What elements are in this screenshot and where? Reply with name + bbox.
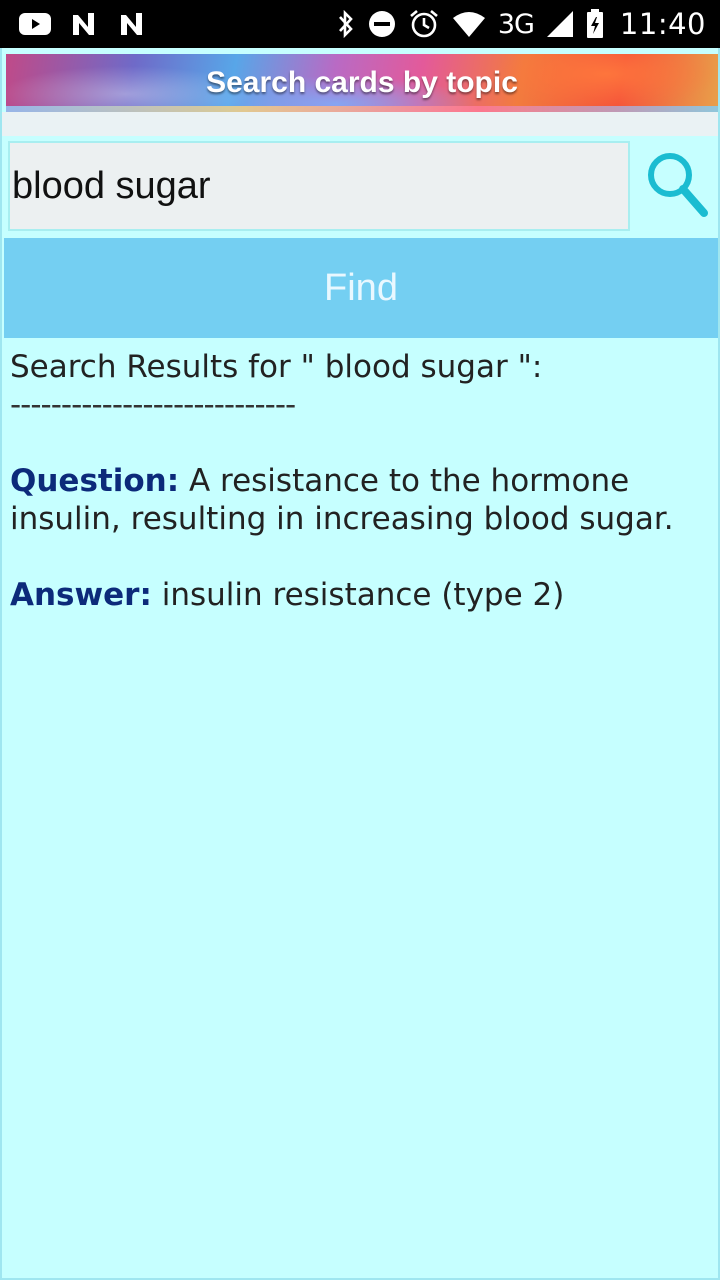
network-type: 3G [497,8,535,40]
results-heading: Search Results for " blood sugar ": [10,349,543,385]
result-card: Question: A resistance to the hormone in… [10,462,710,614]
find-button[interactable]: Find [4,238,718,338]
bluetooth-icon [336,9,356,39]
battery-icon [586,9,604,39]
youtube-icon [18,11,52,37]
question-row: Question: A resistance to the hormone in… [10,462,710,538]
answer-text: insulin resistance (type 2) [151,577,565,613]
title-banner: Search cards by topic [6,54,718,112]
n-app-icon [118,11,148,37]
search-button[interactable] [642,146,712,226]
search-icon [646,149,708,224]
alarm-icon [408,9,440,39]
clock: 11:40 [619,7,706,41]
app-screen: Search cards by topic Find Search Result… [0,48,720,1280]
header-spacer [2,112,718,136]
results-divider: ---------------------------- [10,387,296,423]
question-label: Question: [10,463,180,499]
answer-label: Answer: [10,577,152,613]
search-row [2,136,718,234]
search-input[interactable] [8,141,630,231]
signal-icon [546,10,574,38]
wifi-icon [452,10,486,38]
n-app-icon [70,11,100,37]
answer-row: Answer: insulin resistance (type 2) [10,576,710,614]
do-not-disturb-icon [368,10,396,38]
status-bar: 3G 11:40 [0,0,720,48]
search-results: Search Results for " blood sugar ": ----… [10,348,710,614]
page-title: Search cards by topic [206,66,518,99]
